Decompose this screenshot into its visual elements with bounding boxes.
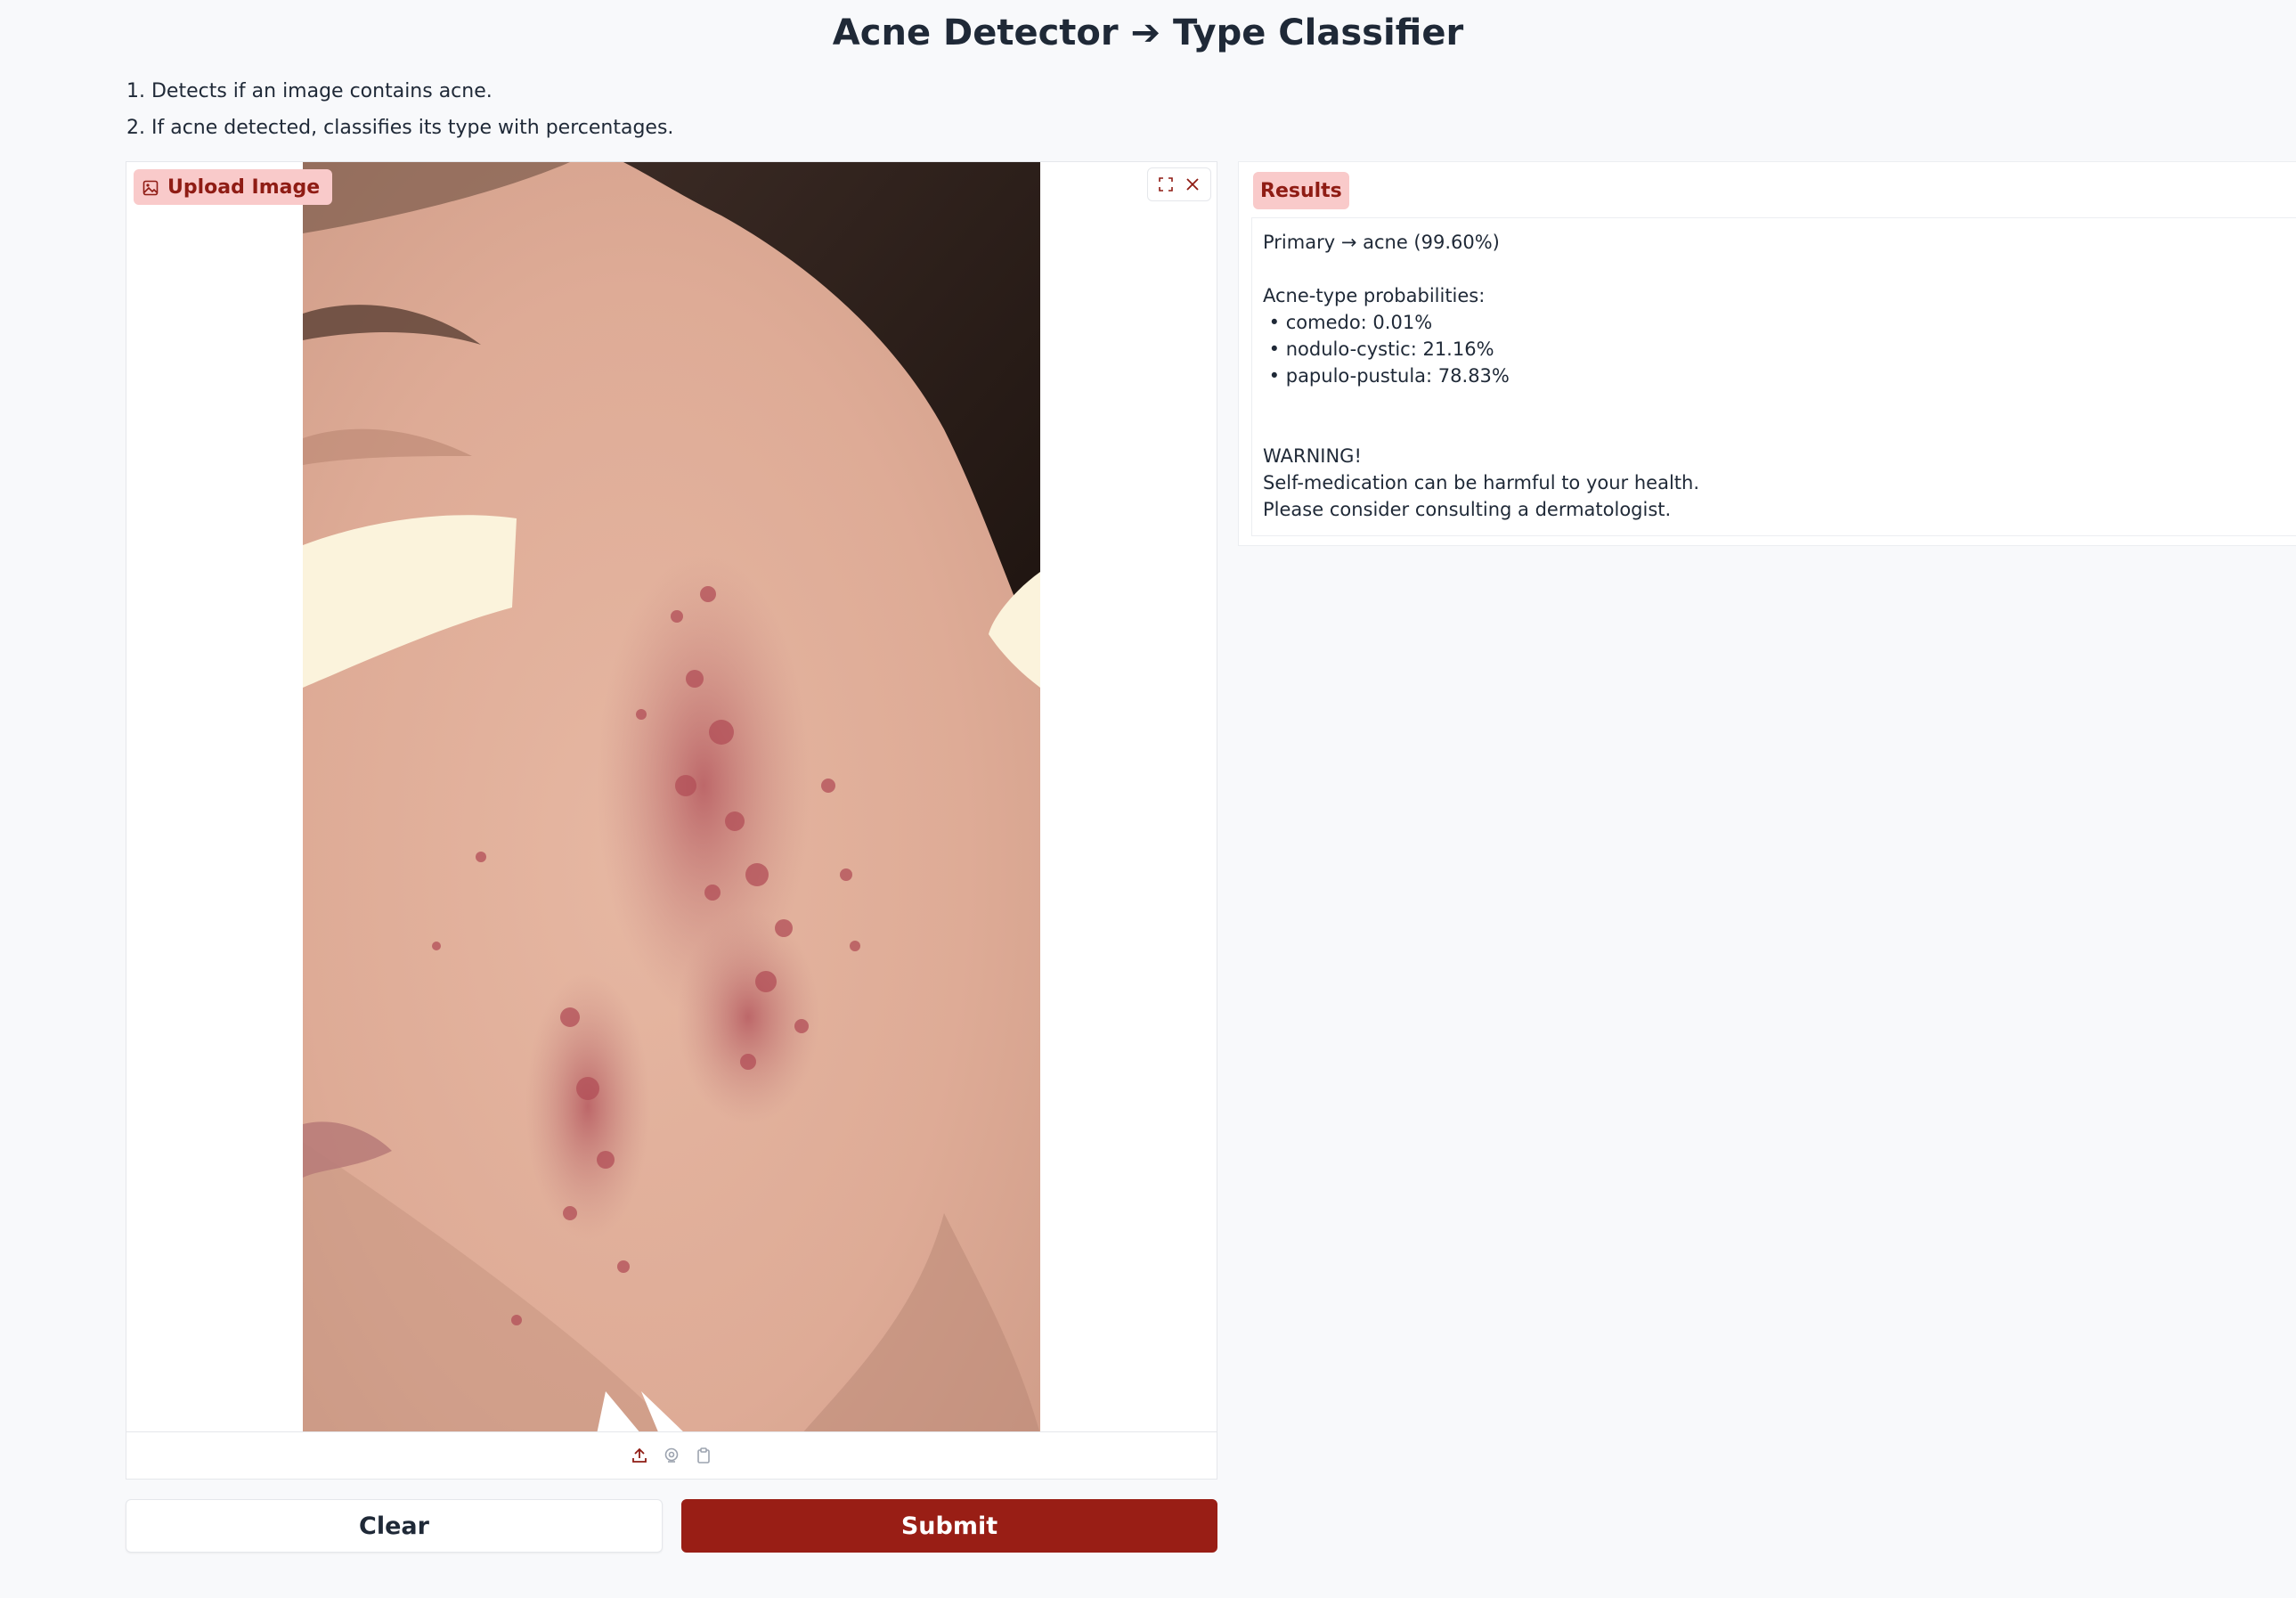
result-line: • papulo-pustula: 78.83% (1263, 365, 1510, 387)
result-line: • comedo: 0.01% (1263, 312, 1433, 333)
upload-icon[interactable] (629, 1445, 650, 1466)
result-line: Acne-type probabilities: (1263, 285, 1486, 306)
results-panel: Results Primary → acne (99.60%) Acne-typ… (1238, 161, 2296, 546)
close-icon[interactable] (1180, 172, 1205, 197)
image-icon (142, 179, 159, 196)
result-line (1263, 416, 2285, 443)
result-line: • nodulo-cystic: 21.16% (1263, 338, 1494, 360)
result-line: Self-medication can be harmful to your h… (1263, 472, 1700, 493)
fullscreen-icon[interactable] (1153, 172, 1178, 197)
uploaded-face-photo (303, 162, 1040, 1434)
results-textbox[interactable]: Primary → acne (99.60%) Acne-type probab… (1251, 217, 2296, 536)
upload-image-label: Upload Image (134, 169, 333, 205)
description-step-1: 1. Detects if an image contains acne. (126, 80, 493, 102)
clipboard-icon[interactable] (693, 1445, 714, 1466)
result-line: WARNING! (1263, 445, 1362, 467)
image-source-bar (126, 1431, 1217, 1479)
result-line (1263, 256, 2285, 282)
description-step-2: 2. If acne detected, classifies its type… (126, 117, 674, 139)
results-label: Results (1253, 172, 1349, 209)
clear-button[interactable]: Clear (126, 1499, 663, 1553)
page-title: Acne Detector ➔ Type Classifier (832, 12, 1464, 53)
submit-button[interactable]: Submit (681, 1499, 1217, 1553)
upload-image-label-text: Upload Image (167, 175, 321, 199)
result-line: Primary → acne (99.60%) (1263, 232, 1500, 253)
webcam-icon[interactable] (661, 1445, 682, 1466)
result-line (1263, 389, 2285, 416)
result-line: Please consider consulting a dermatologi… (1263, 499, 1672, 520)
image-upload-panel[interactable]: Upload Image (126, 161, 1217, 1480)
image-toolbar (1147, 167, 1211, 201)
